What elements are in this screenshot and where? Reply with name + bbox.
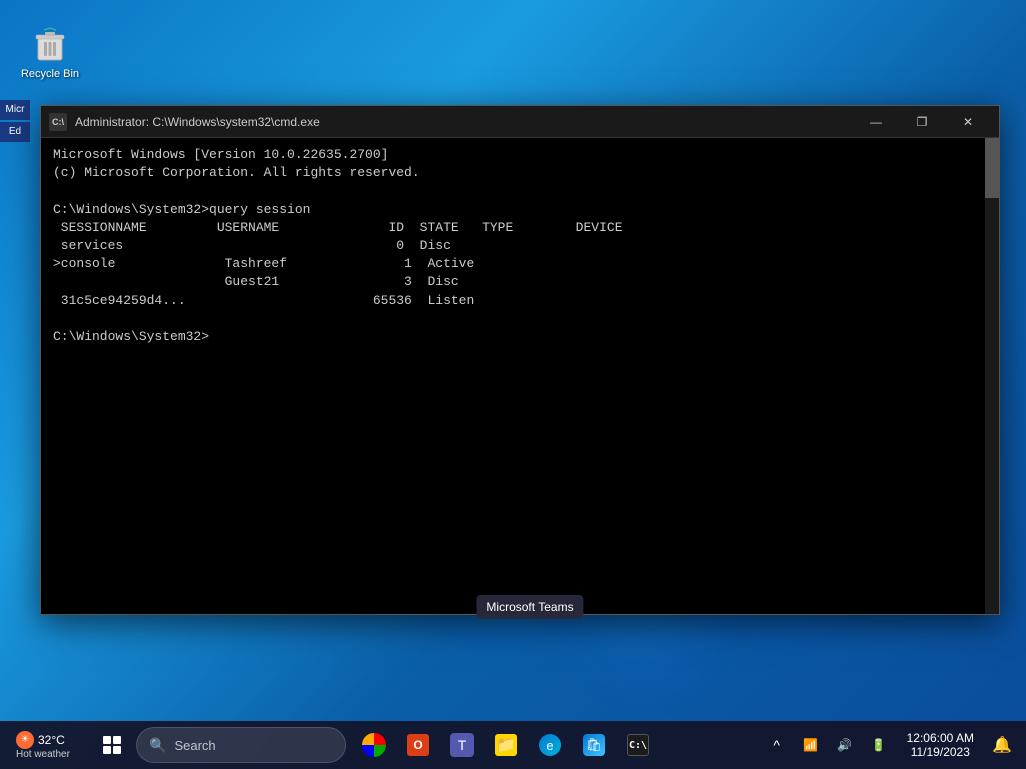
taskbar-app-store[interactable]: 🛍 [574, 725, 614, 765]
cmd-window-controls: — ❐ ✕ [853, 106, 991, 138]
taskbar-weather[interactable]: ☀ 32°C Hot weather [8, 731, 88, 760]
cmd-table-row2: >console Tashreef 1 Active [53, 255, 987, 273]
recycle-bin-image [30, 24, 70, 64]
cmd-body[interactable]: Microsoft Windows [Version 10.0.22635.27… [41, 138, 999, 614]
ms365-icon [362, 733, 386, 757]
taskbar-app-ms365[interactable] [354, 725, 394, 765]
cmd-close-button[interactable]: ✕ [945, 106, 991, 138]
cmd-titlebar[interactable]: C:\ Administrator: C:\Windows\system32\c… [41, 106, 999, 138]
left-edge-ed[interactable]: Ed [0, 122, 30, 142]
cmd-line-2: (c) Microsoft Corporation. All rights re… [53, 164, 987, 182]
weather-temp-text: 32°C [38, 733, 65, 747]
left-edge-apps: Micr Ed [0, 100, 30, 142]
taskbar-app-teams[interactable]: T [442, 725, 482, 765]
cmd-command-line: C:\Windows\System32>query session [53, 201, 987, 219]
cmd-maximize-button[interactable]: ❐ [899, 106, 945, 138]
recycle-bin-label: Recycle Bin [21, 68, 79, 81]
taskbar-pinned-apps: O T 📁 e 🛍 C:\ [354, 725, 658, 765]
weather-desc-text: Hot weather [16, 749, 70, 760]
weather-temp-display: ☀ 32°C [16, 731, 65, 749]
taskbar-app-edge[interactable]: e [530, 725, 570, 765]
edge-icon: e [539, 734, 561, 756]
cmd-table-row3: Guest21 3 Disc [53, 273, 987, 291]
start-button[interactable] [92, 725, 132, 765]
tray-wifi[interactable]: 📶 [795, 729, 827, 761]
windows-logo-icon [103, 736, 121, 754]
cmd-table-header: SESSIONNAME USERNAME ID STATE TYPE DEVIC… [53, 219, 987, 237]
clock-date-display: 11/19/2023 [911, 745, 970, 759]
tray-volume[interactable]: 🔊 [829, 729, 861, 761]
file-explorer-icon: 📁 [495, 734, 517, 756]
taskbar-app-office[interactable]: O [398, 725, 438, 765]
notification-bell[interactable]: 🔔 [986, 725, 1018, 765]
taskbar-search-box[interactable]: 🔍 Search [136, 727, 346, 763]
taskbar-app-file-explorer[interactable]: 📁 [486, 725, 526, 765]
cmd-table-row4: 31c5ce94259d4... 65536 Listen [53, 292, 987, 310]
taskbar: ☀ 32°C Hot weather 🔍 Search O [0, 721, 1026, 769]
cmd-line-1: Microsoft Windows [Version 10.0.22635.27… [53, 146, 987, 164]
tray-battery[interactable]: 🔋 [863, 729, 895, 761]
cmd-taskbar-icon: C:\ [627, 734, 649, 756]
tray-chevron[interactable]: ^ [761, 729, 793, 761]
recycle-bin-icon[interactable]: Recycle Bin [10, 20, 90, 85]
teams-tooltip-text: Microsoft Teams [476, 595, 583, 619]
cmd-minimize-button[interactable]: — [853, 106, 899, 138]
cmd-table-row1: services 0 Disc [53, 237, 987, 255]
weather-sun-icon: ☀ [16, 731, 34, 749]
store-icon: 🛍 [583, 734, 605, 756]
teams-icon: T [450, 733, 474, 757]
cmd-blank-line [53, 310, 987, 328]
clock-time-display: 12:06:00 AM [907, 731, 974, 745]
taskbar-app-cmd[interactable]: C:\ [618, 725, 658, 765]
cmd-title-icon: C:\ [49, 113, 67, 131]
cmd-prompt-end: C:\Windows\System32> [53, 328, 987, 346]
cmd-window: C:\ Administrator: C:\Windows\system32\c… [40, 105, 1000, 615]
cmd-title-text: Administrator: C:\Windows\system32\cmd.e… [75, 115, 853, 129]
cmd-line-3 [53, 182, 987, 200]
cmd-scrollbar-thumb[interactable] [985, 138, 999, 198]
taskbar-clock[interactable]: 12:06:00 AM 11/19/2023 [899, 731, 982, 759]
search-placeholder-text: Search [174, 738, 215, 753]
system-tray: ^ 📶 🔊 🔋 [761, 729, 895, 761]
cmd-scrollbar[interactable] [985, 138, 999, 614]
desktop: Recycle Bin Micr Ed C:\ Administrator: C… [0, 0, 1026, 769]
left-edge-micr[interactable]: Micr [0, 100, 30, 120]
search-icon: 🔍 [149, 737, 166, 754]
office-icon: O [407, 734, 429, 756]
